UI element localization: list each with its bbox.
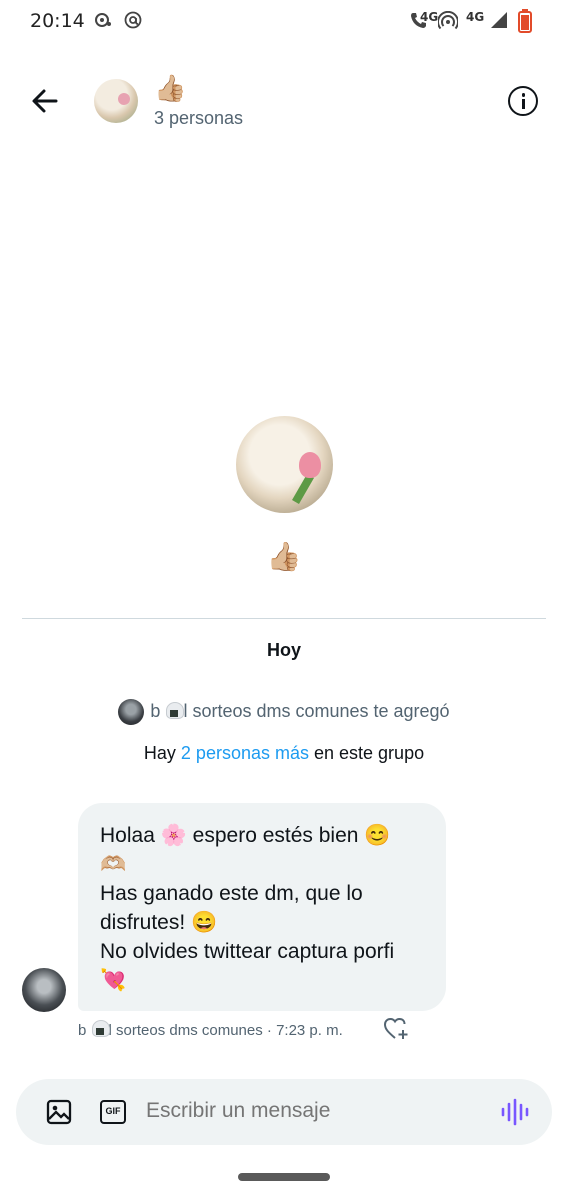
network-type-label: 4G [420, 10, 439, 24]
system-message-added: b l sorteos dms comunes te agregó [0, 699, 568, 725]
avatar [118, 699, 145, 725]
heart-plus-icon [383, 1017, 408, 1039]
message-line: disfrutes! 😄 [100, 911, 218, 934]
voice-wave-icon [501, 1098, 529, 1126]
system-message-members: Hay 2 personas más en este grupo [0, 743, 568, 764]
more-members-link[interactable]: 2 personas más [181, 743, 309, 763]
hotspot-icon [437, 10, 459, 35]
meta-prefix: b [78, 1022, 87, 1039]
info-button[interactable] [508, 86, 538, 116]
at-icon [124, 11, 142, 33]
message-line: No olvides twittear captura porfi [100, 940, 395, 963]
onigiri-icon [91, 1019, 110, 1037]
signal-icon [490, 11, 508, 33]
back-button[interactable] [28, 84, 62, 118]
participant-count[interactable]: 3 personas [154, 108, 243, 129]
message-meta: b l sorteos dms comunes · 7:23 p. m. [78, 1019, 343, 1039]
status-time: 20:14 [30, 10, 85, 32]
added-prefix: b [150, 700, 161, 721]
message-line: Holaa 🌸 espero estés bien 😊 [100, 824, 391, 847]
meta-text: l sorteos dms comunes · 7:23 p. m. [108, 1022, 343, 1039]
message-input[interactable] [146, 1099, 476, 1123]
message-composer: GIF [16, 1079, 552, 1145]
media-button[interactable] [46, 1099, 72, 1125]
added-text: l sorteos dms comunes te agregó [183, 700, 450, 721]
day-separator: Hoy [266, 640, 301, 660]
group-avatar [236, 416, 333, 513]
message-bubble[interactable]: Holaa 🌸 espero estés bien 😊 🫶🏼 Has ganad… [78, 803, 446, 1011]
message-line: 🫶🏼 [100, 853, 127, 876]
message-line: 💘 [100, 969, 127, 992]
gif-button[interactable]: GIF [100, 1100, 126, 1124]
members-suffix: en este grupo [309, 743, 425, 763]
conversation-title[interactable]: 👍🏼 [154, 74, 186, 104]
voice-message-button[interactable] [500, 1098, 530, 1126]
members-prefix: Hay [143, 743, 181, 763]
network-type-label-2: 4G [466, 10, 485, 24]
image-icon [46, 1099, 72, 1125]
arrow-left-icon [32, 89, 58, 113]
message-line: Has ganado este dm, que lo [100, 882, 363, 905]
divider [22, 618, 546, 619]
home-indicator[interactable] [238, 1173, 330, 1181]
group-avatar-small[interactable] [94, 79, 138, 123]
add-reaction-button[interactable] [383, 1017, 410, 1041]
group-name: 👍🏼 [266, 540, 302, 573]
sender-avatar[interactable] [22, 968, 66, 1012]
battery-icon [518, 9, 532, 37]
notification-icon [94, 11, 112, 33]
onigiri-icon [165, 701, 185, 719]
status-bar: 20:14 4G 4G [0, 0, 568, 44]
